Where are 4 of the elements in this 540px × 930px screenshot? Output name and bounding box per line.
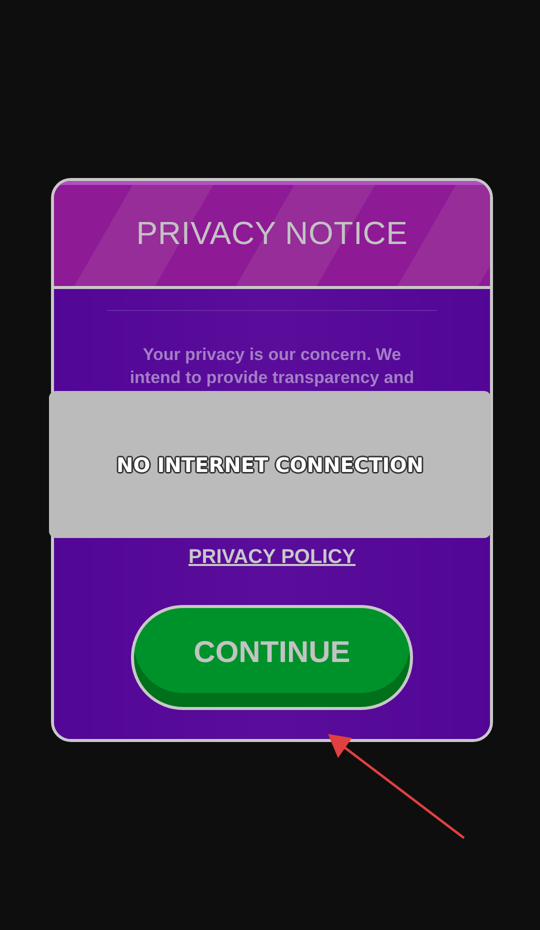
privacy-text: Your privacy is our concern. We intend to provide transparency and <box>128 344 416 389</box>
privacy-policy-link[interactable]: PRIVACY POLICY <box>188 546 356 569</box>
dialog-title: PRIVACY NOTICE <box>136 215 408 252</box>
toast-message: NO INTERNET CONNECTION <box>116 452 424 476</box>
